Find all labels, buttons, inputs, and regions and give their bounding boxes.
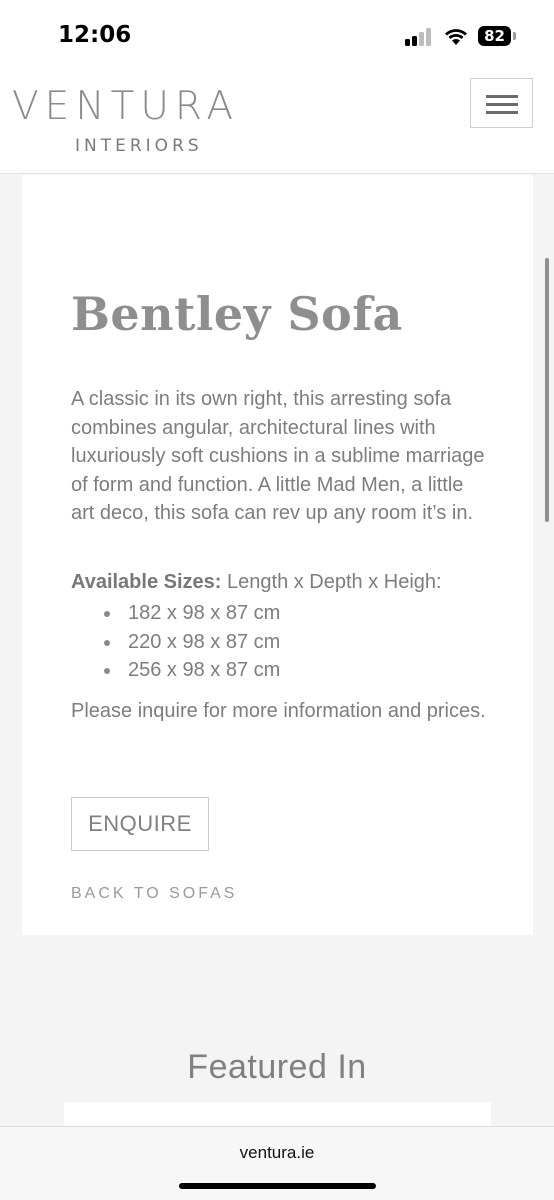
status-time: 12:06 bbox=[58, 22, 132, 48]
browser-bar: ventura.ie bbox=[0, 1126, 554, 1200]
hamburger-icon-line bbox=[486, 111, 518, 114]
enquire-button[interactable]: ENQUIRE bbox=[71, 797, 209, 851]
size-item: 220 x 98 x 87 cm bbox=[104, 628, 280, 657]
size-item: 256 x 98 x 87 cm bbox=[104, 656, 280, 685]
site-header: VENTURA INTERIORS bbox=[0, 72, 554, 174]
battery-icon: 82 bbox=[478, 26, 511, 46]
product-description: A classic in its own right, this arresti… bbox=[71, 388, 485, 525]
logo-sub[interactable]: INTERIORS bbox=[75, 136, 203, 156]
featured-heading: Featured In bbox=[187, 1048, 367, 1086]
available-sizes: Available Sizes: Length x Depth x Heigh: bbox=[71, 571, 501, 594]
signal-icon bbox=[405, 28, 435, 46]
back-to-sofas-link[interactable]: BACK TO SOFAS bbox=[71, 885, 237, 903]
size-list: 182 x 98 x 87 cm 220 x 98 x 87 cm 256 x … bbox=[104, 599, 280, 685]
status-bar: 12:06 82 bbox=[0, 0, 554, 72]
inquire-text: Please inquire for more information and … bbox=[71, 700, 486, 722]
sizes-label: Available Sizes: bbox=[71, 571, 222, 593]
menu-button[interactable] bbox=[470, 78, 533, 128]
wifi-icon bbox=[445, 29, 467, 45]
url-text[interactable]: ventura.ie bbox=[0, 1143, 554, 1163]
sizes-dimensions: Length x Depth x Heigh: bbox=[227, 571, 442, 593]
hamburger-icon-line bbox=[486, 103, 518, 106]
home-indicator[interactable] bbox=[179, 1183, 376, 1189]
battery-cap bbox=[513, 32, 516, 40]
scrollbar[interactable] bbox=[545, 258, 549, 522]
size-item: 182 x 98 x 87 cm bbox=[104, 599, 280, 628]
product-card: Bentley Sofa A classic in its own right,… bbox=[22, 175, 533, 935]
product-title: Bentley Sofa bbox=[71, 287, 403, 341]
logo-main[interactable]: VENTURA bbox=[12, 84, 239, 129]
hamburger-icon bbox=[486, 95, 518, 98]
